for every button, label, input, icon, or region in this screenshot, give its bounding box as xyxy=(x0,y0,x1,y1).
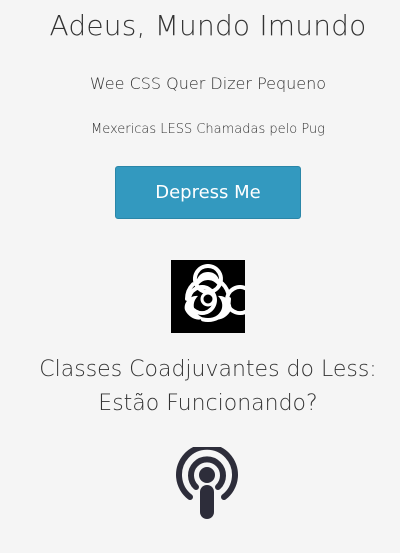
section-heading-line2: Estão Funcionando? xyxy=(98,391,318,416)
biohazard-image xyxy=(171,260,245,333)
podcast-icon xyxy=(176,447,238,519)
page: Adeus, Mundo Imundo Wee CSS Quer Dizer P… xyxy=(0,0,400,553)
section-heading: Classes Coadjuvantes do Less: Estão Func… xyxy=(0,353,400,421)
depress-me-button[interactable]: Depress Me xyxy=(115,166,301,219)
subtitle: Wee CSS Quer Dizer Pequeno xyxy=(89,74,327,93)
podcast-image xyxy=(175,447,239,521)
biohazard-icon xyxy=(171,260,245,333)
page-title: Adeus, Mundo Imundo xyxy=(49,9,367,42)
small-text: Mexericas LESS Chamadas pelo Pug xyxy=(91,122,325,137)
section-heading-line1: Classes Coadjuvantes do Less: xyxy=(39,357,377,382)
